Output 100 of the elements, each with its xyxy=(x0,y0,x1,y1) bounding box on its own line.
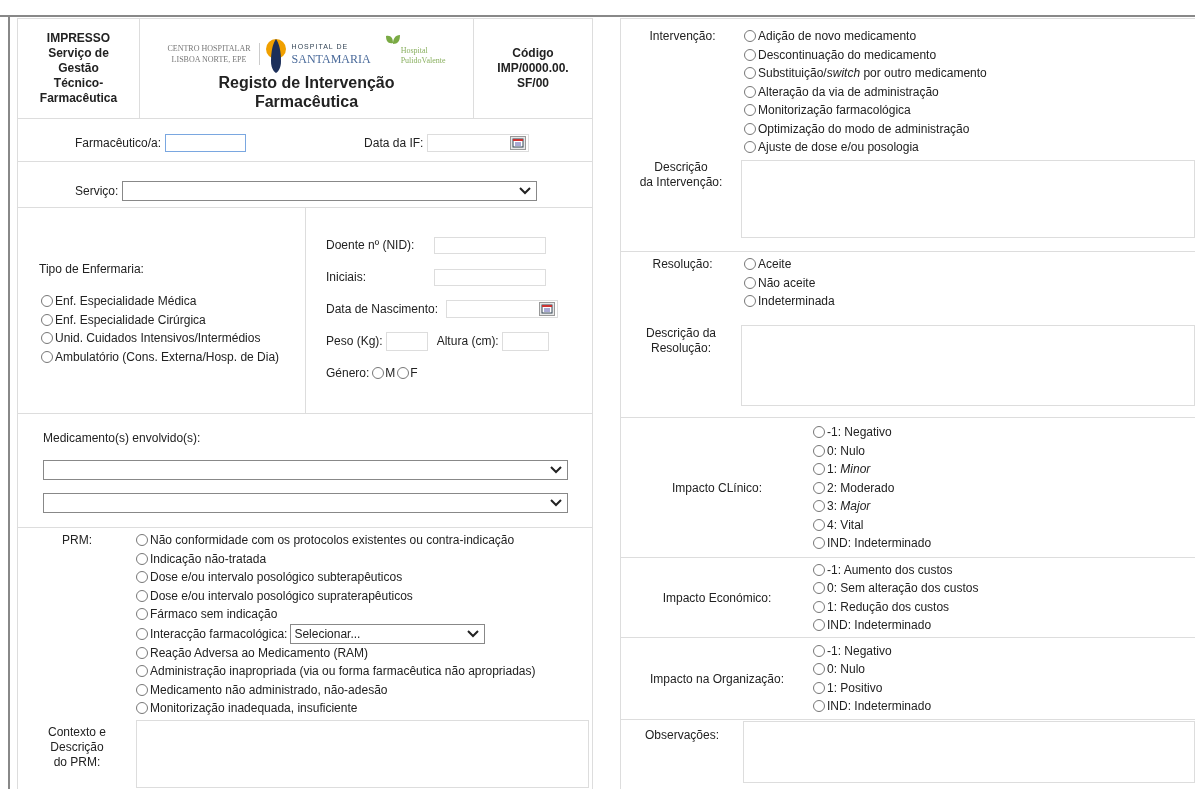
radio-button[interactable] xyxy=(136,702,148,715)
radio-label: Indicação não-tratada xyxy=(150,550,267,568)
radio-label: 0: Nulo xyxy=(827,442,866,460)
field-label: Doente nº (NID): xyxy=(326,237,416,254)
field-label: Peso (Kg): xyxy=(326,333,383,350)
radio-label: M xyxy=(385,365,396,382)
radio-label: Alteração da via de administração xyxy=(758,83,939,101)
radio-button[interactable] xyxy=(41,350,53,363)
radio-label: IND: Indeterminado xyxy=(827,698,932,716)
radio-button[interactable] xyxy=(41,313,53,326)
radio-label: -1: Aumento dos custos xyxy=(827,561,953,579)
radio-button[interactable] xyxy=(136,589,148,602)
radio-button[interactable] xyxy=(744,295,756,308)
radio-label: Não aceite xyxy=(758,274,816,292)
section-label: Intervenção: xyxy=(649,28,716,41)
radio-label: Fármaco sem indicação xyxy=(150,606,278,624)
field-label: Farmacêutico/a: xyxy=(75,135,162,152)
section-label: Tipo de Enfermaria: xyxy=(39,261,145,278)
radio-label: Enf. Especialidade Cirúrgica xyxy=(55,311,206,329)
radio-button[interactable] xyxy=(813,600,825,613)
form-code: Código IMP/0000.00. SF/00 xyxy=(497,46,569,91)
radio-label: Interacção farmacológica: xyxy=(150,625,288,643)
chevron-icon xyxy=(550,499,562,507)
field-label: Descrição da Intervenção: xyxy=(639,159,723,191)
radio-label: Enf. Especialidade Médica xyxy=(55,293,197,311)
radio-button[interactable] xyxy=(744,85,756,98)
hospital-logo-text: CENTRO HOSPITALAR LISBOA NORTE, EPE xyxy=(167,43,260,65)
field-label: Observações: xyxy=(644,727,719,740)
radio-button[interactable] xyxy=(136,683,148,696)
radio-button[interactable] xyxy=(744,30,756,43)
radio-button[interactable] xyxy=(813,700,825,713)
radio-button[interactable] xyxy=(813,619,825,632)
form-department: IMPRESSO Serviço de Gestão Técnico- Farmacêutica xyxy=(39,31,118,106)
dropdown[interactable] xyxy=(43,493,568,513)
calendar-icon[interactable] xyxy=(510,136,527,150)
dropdown[interactable] xyxy=(122,180,538,201)
dropdown[interactable]: Selecionar... xyxy=(290,623,486,644)
field-label: Iniciais: xyxy=(326,269,367,286)
field-label: Género: xyxy=(326,365,370,382)
field-label: Data de Nascimento: xyxy=(326,301,440,318)
radio-button[interactable] xyxy=(813,463,825,475)
section-label: Medicamento(s) envolvido(s): xyxy=(43,430,202,447)
radio-label: IND: Indeterminado xyxy=(827,535,932,552)
radio-button[interactable] xyxy=(41,295,53,308)
radio-button[interactable] xyxy=(744,67,756,80)
radio-button[interactable] xyxy=(813,444,825,457)
radio-button[interactable] xyxy=(813,563,825,576)
radio-button[interactable] xyxy=(744,276,756,289)
radio-label: Monitorização inadequada, insuficiente xyxy=(150,700,358,718)
radio-button[interactable] xyxy=(41,332,53,345)
radio-button[interactable] xyxy=(136,571,148,584)
radio-button[interactable] xyxy=(813,426,825,438)
section-label: Impacto na Organização: xyxy=(649,670,785,688)
radio-button[interactable] xyxy=(813,481,825,494)
radio-label: 1: Minor xyxy=(827,461,871,478)
dropdown[interactable] xyxy=(43,460,568,480)
radio-label: Optimização do modo de administração xyxy=(758,120,970,138)
radio-label: Reação Adversa ao Medicamento (RAM) xyxy=(150,644,369,662)
field-label: Altura (cm): xyxy=(436,333,499,350)
date-field[interactable] xyxy=(427,134,530,152)
calendar-icon[interactable] xyxy=(539,302,555,316)
radio-button[interactable] xyxy=(744,141,756,154)
radio-button[interactable] xyxy=(744,122,756,135)
radio-label: 2: Moderado xyxy=(827,479,895,497)
radio-label: 0: Sem alteração dos custos xyxy=(827,580,979,598)
radio-label: 0: Nulo xyxy=(827,661,866,679)
radio-label: Indeterminada xyxy=(758,293,835,311)
radio-button[interactable] xyxy=(813,663,825,676)
radio-button[interactable] xyxy=(136,627,148,640)
radio-button[interactable] xyxy=(136,552,148,565)
radio-button[interactable] xyxy=(813,644,825,657)
radio-label: F xyxy=(410,365,418,382)
radio-label: -1: Negativo xyxy=(827,642,892,660)
radio-button[interactable] xyxy=(813,500,825,512)
radio-button[interactable] xyxy=(744,104,756,117)
section-label: Resolução: xyxy=(652,256,713,269)
radio-label: Descontinuação do medicamento xyxy=(758,46,937,64)
radio-label: Ajuste de dose e/ou posologia xyxy=(758,139,919,157)
radio-label: Aceite xyxy=(758,256,792,274)
form-title: Registo de Intervenção Farmacêutica xyxy=(217,73,396,111)
radio-button[interactable] xyxy=(136,534,148,547)
chevron-icon xyxy=(550,466,562,474)
radio-button[interactable] xyxy=(813,518,825,531)
section-label: PRM: xyxy=(62,532,92,545)
radio-label: 4: Vital xyxy=(827,516,864,534)
radio-button[interactable] xyxy=(744,258,756,271)
radio-button[interactable] xyxy=(813,537,825,549)
radio-button[interactable] xyxy=(813,681,825,694)
radio-button[interactable] xyxy=(813,582,825,595)
radio-button[interactable] xyxy=(136,665,148,678)
radio-button[interactable] xyxy=(136,608,148,621)
radio-label: -1: Negativo xyxy=(827,424,892,441)
radio-label: IND: Indeterminado xyxy=(827,617,932,635)
date-field[interactable] xyxy=(446,300,558,318)
hospital-logo-text: Hospital PulidoValente xyxy=(400,45,446,66)
radio-button[interactable] xyxy=(744,48,756,61)
radio-label: 1: Redução dos custos xyxy=(827,598,950,616)
text-field[interactable] xyxy=(165,134,247,152)
radio-label: Substituição/switch por outro medicamento xyxy=(758,65,987,83)
radio-button[interactable] xyxy=(136,646,148,659)
